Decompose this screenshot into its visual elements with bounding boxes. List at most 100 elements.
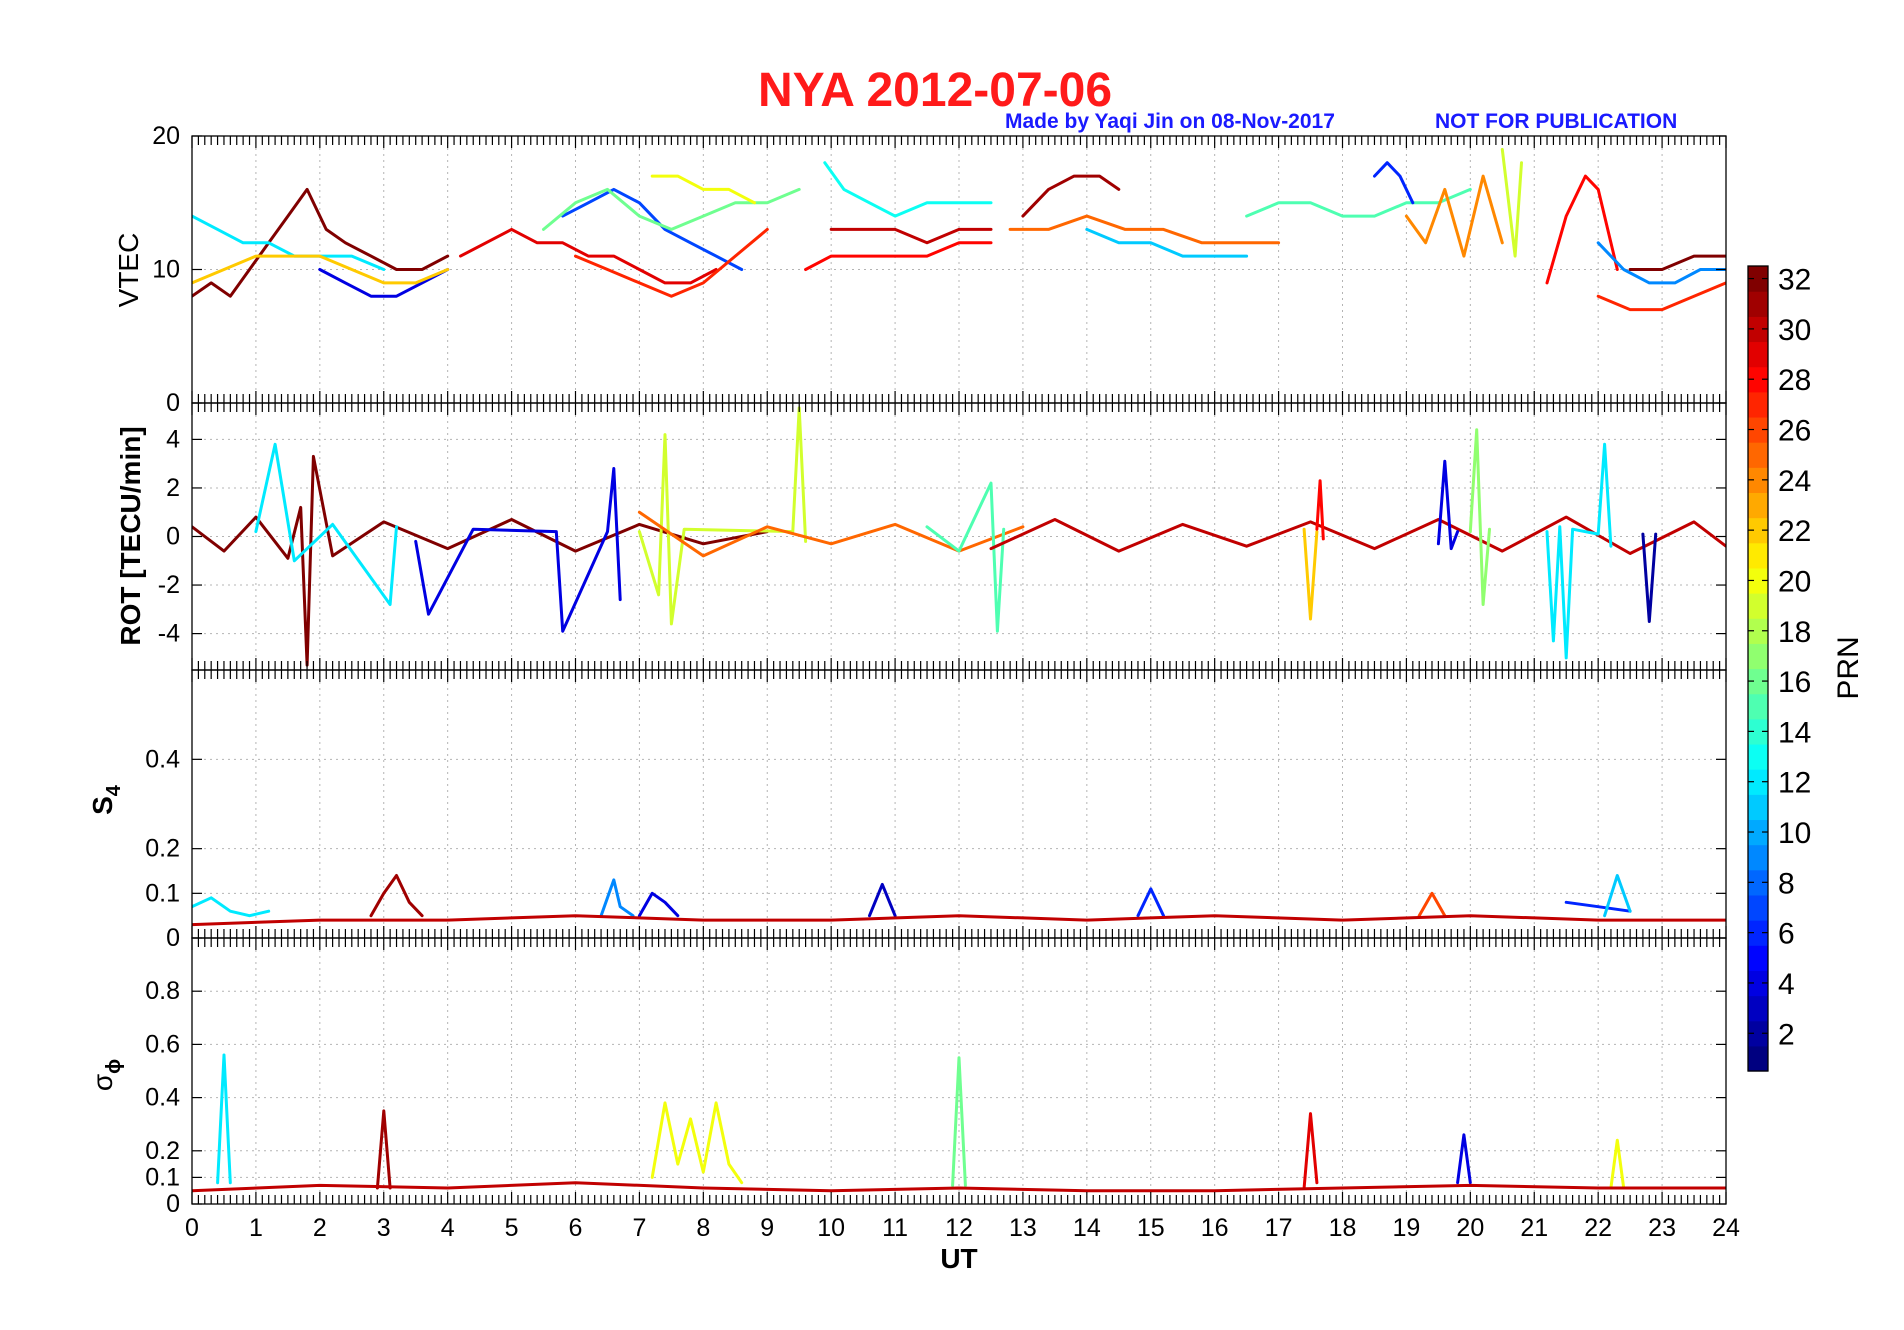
y-tick-label: 4 — [166, 425, 180, 453]
x-tick-label: 11 — [882, 1214, 908, 1242]
series-prn-12 — [216, 1053, 232, 1185]
x-tick-label: 10 — [817, 1214, 845, 1242]
colorbar-tick-label: 8 — [1778, 867, 1795, 900]
colorbar-band — [1748, 442, 1768, 468]
series-prn-15 — [925, 481, 1006, 633]
colorbar-band — [1748, 643, 1768, 670]
series-prn-29 — [1302, 1112, 1319, 1190]
y-tick-label: 0.4 — [145, 745, 180, 773]
colorbar-band — [1748, 291, 1768, 317]
series-prn-24 — [1404, 174, 1504, 258]
y-axis-label: S4 — [87, 784, 125, 815]
series-prn-13 — [823, 161, 993, 218]
x-tick-label: 15 — [1137, 1214, 1165, 1242]
x-tick-label: 17 — [1265, 1214, 1293, 1242]
colorbar-band — [1748, 542, 1768, 569]
series-prn-28 — [1315, 479, 1325, 541]
x-tick-label: 2 — [313, 1214, 327, 1242]
colorbar-band — [1748, 593, 1768, 619]
y-label-sub: ϕ — [103, 1059, 125, 1074]
series-prn-32 — [1628, 254, 1726, 271]
y-tick-label: 0 — [166, 523, 180, 551]
colorbar-label: PRN — [1832, 636, 1865, 699]
x-tick-label: 18 — [1329, 1214, 1357, 1242]
y-axis-label: VTEC — [113, 233, 144, 308]
y-tick-label: 0 — [166, 1190, 180, 1218]
figure: NYA 2012-07-06 Made by Yaqi Jin on 08-No… — [87, 64, 1865, 1274]
x-tick-label: 16 — [1201, 1214, 1229, 1242]
y-tick-label: 0.1 — [145, 879, 180, 907]
series-prn-4 — [637, 891, 680, 918]
series-prn-4 — [414, 467, 622, 633]
y-tick-label: 2 — [166, 474, 180, 502]
colorbar-tick-label: 22 — [1778, 515, 1811, 548]
series-prn-9 — [599, 878, 635, 918]
x-tick-label: 4 — [441, 1214, 455, 1242]
x-tick-label: 5 — [505, 1214, 519, 1242]
panel-vtec: 0 10 20 VTEC — [113, 122, 1727, 417]
x-tick-label: 19 — [1393, 1214, 1421, 1242]
colorbar-band — [1748, 844, 1768, 871]
y-tick-label: 0.2 — [145, 835, 180, 863]
colorbar: 2468101214161820222426283032PRN — [1747, 264, 1865, 1072]
colorbar-tick-label: 16 — [1778, 666, 1811, 699]
x-tick-label: 12 — [945, 1214, 973, 1242]
series-prn-28 — [1545, 174, 1619, 285]
colorbar-tick-label: 6 — [1778, 918, 1795, 951]
colorbar-tick-label: 30 — [1778, 314, 1811, 347]
x-tick-label: 21 — [1520, 1214, 1548, 1242]
colorbar-tick-label: 14 — [1778, 716, 1811, 749]
series-prn-22 — [1302, 527, 1319, 621]
series-prn-3 — [868, 882, 897, 918]
panels: 01020VTEC-4-2024ROT [TECU/min]00.10.20.4… — [87, 122, 1740, 1274]
x-axis-label: UT — [940, 1243, 977, 1274]
colorbar-tick-label: 4 — [1778, 968, 1795, 1001]
colorbar-band — [1748, 492, 1768, 519]
x-tick-label: 14 — [1073, 1214, 1101, 1242]
colorbar-band — [1748, 945, 1768, 971]
colorbar-band — [1748, 341, 1768, 368]
y-label-main: σ — [87, 1074, 118, 1091]
panel-sigma_phi: 00.10.20.40.60.8σϕ0 1 2 3 4 5 6 7 8 9 10 11 12 13 14 15… — [87, 937, 1740, 1274]
x-tick-label: 13 — [1009, 1214, 1037, 1242]
y-tick-label: 10 — [152, 256, 180, 284]
x-tick-label: 1 — [249, 1214, 263, 1242]
colorbar-tick-label: 32 — [1778, 264, 1811, 297]
y-tick-label: 20 — [152, 122, 180, 150]
colorbar-tick-label: 28 — [1778, 364, 1811, 397]
panel-s4: 0 0.1 0.2 0.4 S4 — [87, 669, 1727, 952]
series-prn-30 — [192, 1181, 1726, 1193]
series-prn-28 — [804, 241, 993, 271]
colorbar-band — [1748, 743, 1768, 770]
series-prn-20 — [650, 174, 756, 205]
series-prn-12 — [192, 896, 271, 918]
x-tick-label: 3 — [377, 1214, 391, 1242]
series-prn-6 — [1564, 900, 1632, 913]
colorbar-band — [1748, 894, 1768, 921]
series-prn-16 — [542, 187, 801, 231]
y-label-sub: 4 — [103, 784, 125, 796]
y-tick-label: 0.2 — [145, 1137, 180, 1165]
colorbar-tick-label: 18 — [1778, 616, 1811, 649]
colorbar-band — [1748, 995, 1768, 1022]
x-tick-label: 9 — [760, 1214, 774, 1242]
series-prn-19 — [1500, 147, 1523, 258]
series-prn-20 — [650, 1101, 744, 1185]
series-prn-2 — [1641, 532, 1658, 623]
colorbar-tick-label: 26 — [1778, 415, 1811, 448]
series-prn-27 — [574, 227, 769, 298]
colorbar-band — [1748, 693, 1768, 720]
colorbar-band — [1748, 1045, 1768, 1072]
notice-line: NOT FOR PUBLICATION — [1435, 110, 1677, 133]
x-tick-label: 6 — [569, 1214, 583, 1242]
colorbar-tick-label: 12 — [1778, 767, 1811, 800]
y-tick-label: -2 — [158, 571, 180, 599]
x-tick-label: 0 — [185, 1214, 199, 1242]
x-tick-label: 23 — [1648, 1214, 1676, 1242]
x-tick-label: 20 — [1456, 1214, 1484, 1242]
y-tick-label: 0.4 — [145, 1084, 180, 1112]
y-tick-label: 0.8 — [145, 977, 180, 1005]
colorbar-tick-label: 20 — [1778, 565, 1811, 598]
series-prn-30 — [989, 515, 1726, 555]
colorbar-tick-label: 24 — [1778, 465, 1811, 498]
